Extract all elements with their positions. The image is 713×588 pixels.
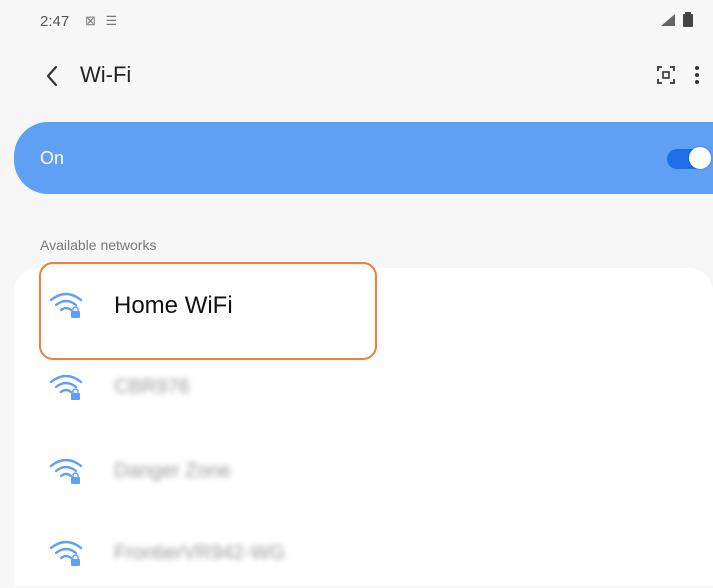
qr-scan-button[interactable] (648, 57, 684, 93)
status-time: 2:47 (40, 13, 70, 30)
battery-icon (683, 12, 693, 27)
notification-icons: ⊠ ☰ (85, 13, 121, 28)
wifi-master-switch[interactable]: On (14, 122, 713, 194)
page-title: Wi-Fi (80, 62, 132, 87)
network-name: Home WiFi (114, 292, 233, 319)
status-right-icons (659, 12, 693, 27)
network-list: Home WiFi CBR976 Danger Zone FrontierVR9… (14, 268, 713, 586)
wifi-lock-icon (49, 292, 83, 318)
qr-scan-icon (657, 66, 675, 84)
more-options-button[interactable] (682, 57, 712, 93)
toggle-knob (689, 147, 711, 169)
wifi-lock-icon (49, 540, 83, 566)
network-name: Danger Zone (114, 460, 231, 482)
status-bar: 2:47 ⊠ ☰ (0, 0, 713, 40)
network-item[interactable]: Danger Zone (14, 438, 713, 506)
network-name: FrontierVR942-WG (114, 542, 286, 564)
signal-icon (661, 13, 675, 26)
toolbar: Wi-Fi (0, 52, 713, 102)
wifi-toggle[interactable] (667, 147, 711, 169)
network-item[interactable]: FrontierVR942-WG (14, 520, 713, 588)
network-item-home-wifi[interactable]: Home WiFi (14, 272, 713, 340)
network-item[interactable]: CBR976 (14, 354, 713, 422)
chevron-left-icon (46, 65, 58, 87)
more-vertical-icon (695, 66, 699, 84)
wifi-lock-icon (49, 458, 83, 484)
wifi-lock-icon (49, 374, 83, 400)
available-networks-header: Available networks (40, 237, 157, 253)
master-switch-label: On (40, 148, 65, 168)
network-name: CBR976 (114, 376, 190, 398)
back-button[interactable] (30, 54, 74, 98)
